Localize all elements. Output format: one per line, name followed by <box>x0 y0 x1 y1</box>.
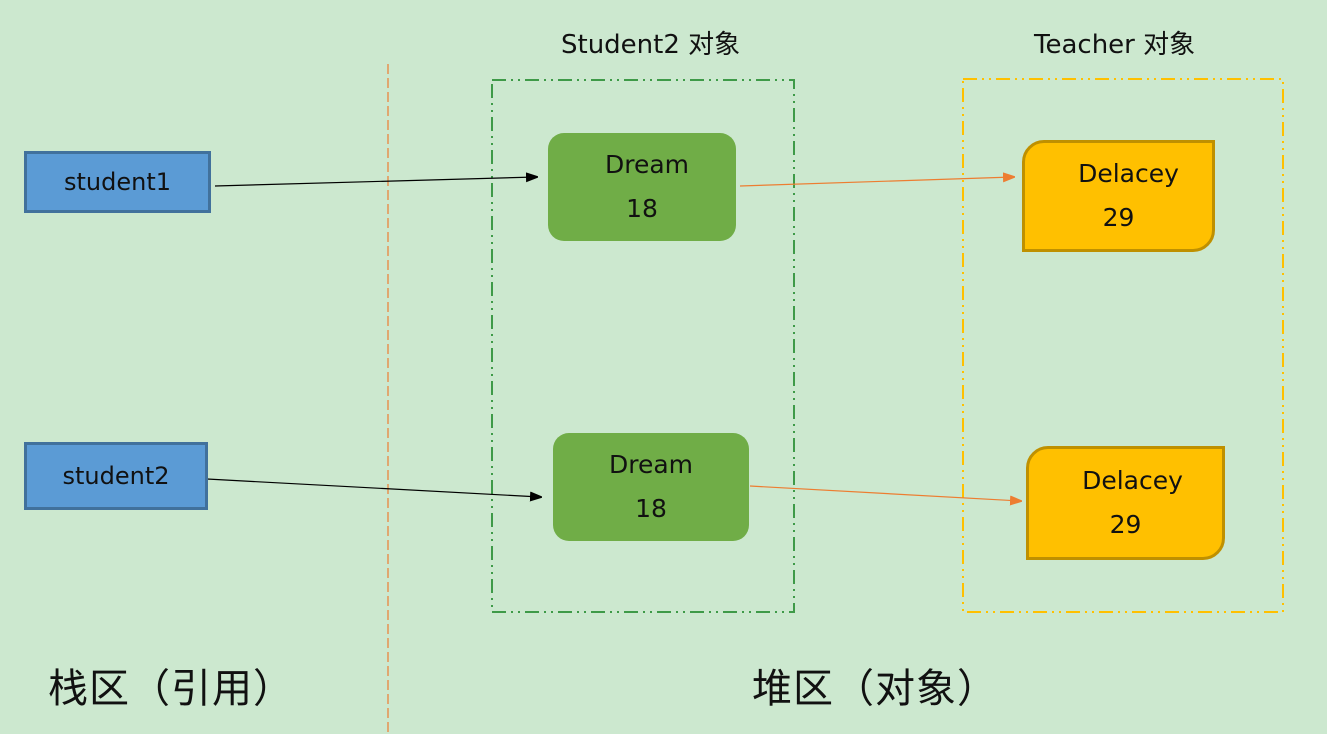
student-name: Dream <box>608 450 694 479</box>
diagram-lines <box>206 64 1284 734</box>
student2-reference-arrow <box>206 478 540 497</box>
student-group-title: Student2 对象 <box>561 30 741 60</box>
teacher-name: Delacey <box>1082 466 1183 495</box>
teacher-name: Delacey <box>1078 159 1179 188</box>
student-object-1[interactable]: Dream 18 <box>548 133 736 241</box>
student2-teacher-arrow <box>749 485 1020 501</box>
student-object-2[interactable]: Dream 18 <box>553 433 749 541</box>
reference-label: student1 <box>63 168 171 196</box>
student-age: 18 <box>626 194 658 223</box>
heap-region-label: 堆区（对象） <box>752 666 998 712</box>
reference-student1[interactable]: student1 <box>24 151 211 213</box>
student1-teacher-arrow <box>739 177 1013 187</box>
teacher-group-title: Teacher 对象 <box>1034 30 1196 60</box>
reference-label: student2 <box>62 462 170 490</box>
teacher-object-2[interactable]: Delacey 29 <box>1026 446 1225 560</box>
reference-student2[interactable]: student2 <box>24 442 208 510</box>
teacher-age: 29 <box>1109 510 1142 539</box>
student-age: 18 <box>635 494 667 523</box>
student1-reference-arrow <box>214 177 536 187</box>
teacher-age: 29 <box>1102 203 1135 232</box>
student-name: Dream <box>604 150 690 179</box>
teacher-object-1[interactable]: Delacey 29 <box>1022 140 1215 252</box>
stack-region-label: 栈区（引用） <box>48 666 294 712</box>
